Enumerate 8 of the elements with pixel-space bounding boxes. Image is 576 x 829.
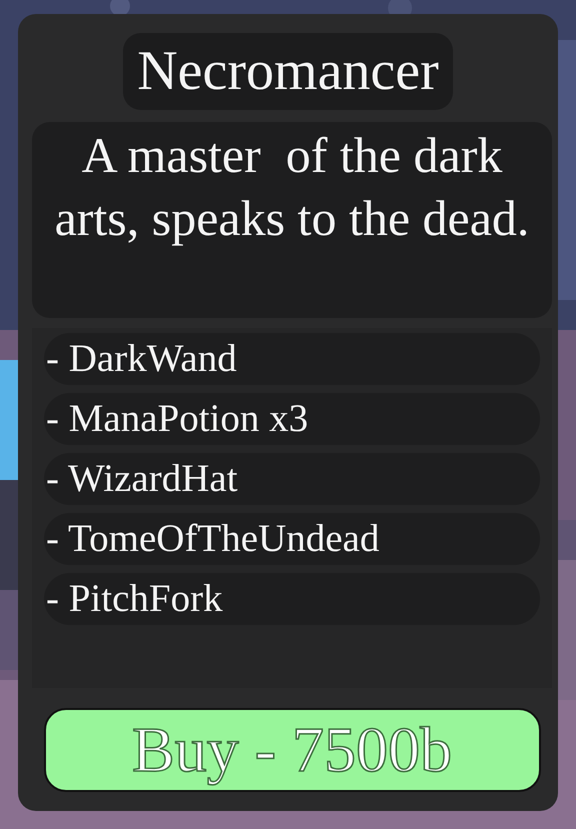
class-description: A master of the dark arts, speaks to the dead.: [32, 122, 552, 318]
class-title: Necromancer: [123, 33, 453, 110]
item-row: - WizardHat: [44, 453, 540, 505]
item-row: - PitchFork: [44, 573, 540, 625]
buy-button[interactable]: Buy - 7500b: [44, 708, 540, 792]
item-row: - TomeOfTheUndead: [44, 513, 540, 565]
item-row: - DarkWand: [44, 333, 540, 385]
item-row: - ManaPotion x3: [44, 393, 540, 445]
